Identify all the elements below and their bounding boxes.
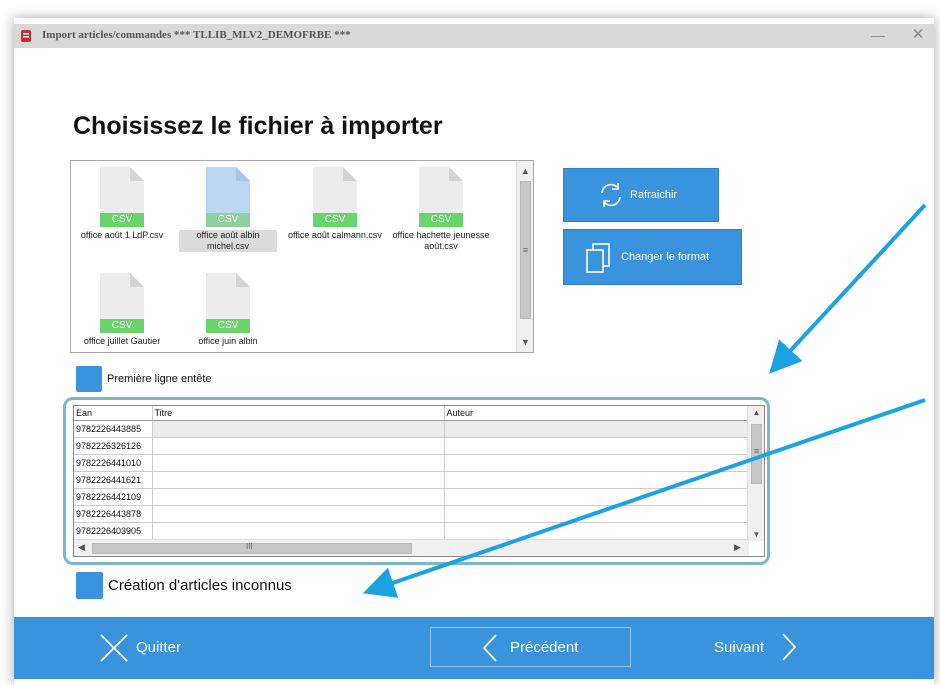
annotation-arrows <box>362 203 927 598</box>
previous-label: Précédent <box>510 639 579 656</box>
chevron-right-icon <box>782 633 797 661</box>
next-button[interactable]: Suivant <box>704 629 814 665</box>
footer-bar: Quitter Précédent Suivant <box>14 617 934 679</box>
previous-button[interactable]: Précédent <box>430 627 631 667</box>
quit-button[interactable]: Quitter <box>94 629 204 665</box>
quit-label: Quitter <box>136 639 182 656</box>
annotation-arrow-table <box>769 203 927 374</box>
chevron-left-icon <box>482 634 497 662</box>
close-x-icon <box>100 634 128 662</box>
annotation-arrow-checkbox <box>362 398 926 598</box>
next-label: Suivant <box>714 639 765 656</box>
